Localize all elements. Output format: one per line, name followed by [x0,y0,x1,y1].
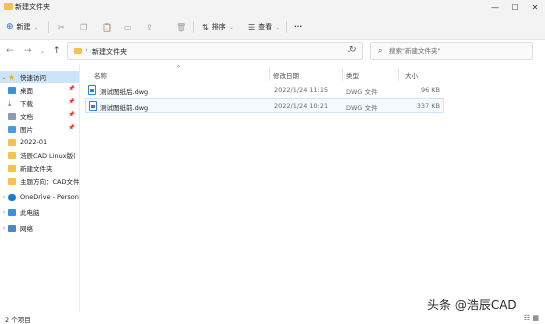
column-header-modified[interactable]: 修改日期 [273,70,299,80]
back-arrow-icon[interactable]: ← [6,46,14,56]
view-label: 查看 [258,23,273,31]
chevron-down-icon[interactable]: ⌄ [0,74,8,81]
close-button[interactable]: ✕ [525,0,545,14]
column-header-name[interactable]: 名称 [94,70,107,80]
pin-icon[interactable]: 📌 [68,112,75,118]
sidebar-item-cad-topic[interactable]: 主题方向：CAD文件 [0,175,79,187]
file-list: ^ 名称 修改日期 类型 大小 测试图纸后.dwg 2022/1/24 11:1… [80,64,545,312]
view-toggle-icons[interactable]: ☷ ▦ [524,314,539,322]
window-title: 新建文件夹 [15,3,50,11]
sort-button[interactable]: ⇅ 排序 ⌄ [202,21,234,33]
forward-arrow-icon[interactable]: → [24,46,32,56]
sidebar-item-desktop[interactable]: 桌面 📌 [0,84,79,96]
desktop-icon [8,86,16,94]
sidebar-item-new-folder[interactable]: 新建文件夹 [0,162,79,174]
paste-icon[interactable]: 📋 [102,21,112,33]
new-label: 新建 [16,23,31,31]
sort-label: 排序 [211,23,226,31]
new-button[interactable]: ⊕ 新建 ⌄ [6,21,39,33]
up-arrow-icon[interactable]: ↑ [53,46,61,56]
recent-chevron-icon[interactable]: ⌄ [40,48,45,55]
minimize-button[interactable]: — [485,0,505,14]
sidebar-item-network[interactable]: › 网络 [0,222,79,234]
file-row[interactable]: 测试图纸后.dwg 2022/1/24 11:15 DWG 文件 96 KB [85,83,444,98]
cloud-icon [8,193,16,201]
sidebar-item-pictures[interactable]: 图片 📌 [0,123,79,135]
watermark: 头条 @浩辰CAD [427,298,517,312]
navigation-pane: ⌄ ★ 快速访问 桌面 📌 ⤓ 下载 📌 文档 📌 图片 📌 2022-01 浩… [0,64,80,312]
maximize-button[interactable]: ☐ [505,0,525,14]
rename-icon[interactable]: ▭ [124,21,132,33]
sidebar-item-downloads[interactable]: ⤓ 下载 📌 [0,97,79,109]
file-size: 96 KB [420,86,440,94]
status-bar: 2 个项目 ☷ ▦ [0,312,545,324]
folder-icon [8,164,16,172]
copy-icon[interactable]: ❐ [80,21,87,33]
folder-icon [8,177,16,185]
file-size: 337 KB [416,102,440,110]
sidebar-item-documents[interactable]: 文档 📌 [0,110,79,122]
cut-icon[interactable]: ✂ [58,21,65,33]
breadcrumb[interactable]: 新建文件夹 [92,47,127,57]
view-icon: ☰ [248,22,256,32]
sidebar-item-this-pc[interactable]: › 此电脑 [0,206,79,218]
sort-icon: ⇅ [202,22,209,32]
address-bar[interactable]: › 新建文件夹 ⌄ [67,42,363,60]
file-name: 测试图纸前.dwg [100,104,149,112]
divider [193,21,194,33]
pin-icon[interactable]: 📌 [68,86,75,92]
folder-icon [8,151,16,159]
divider[interactable] [342,68,343,81]
pin-icon[interactable]: 📌 [68,99,75,105]
file-modified: 2022/1/24 11:15 [274,86,329,94]
sort-indicator-icon: ^ [176,65,182,72]
refresh-icon[interactable]: ↻ [349,45,357,55]
sidebar-item-2022-01[interactable]: 2022-01 [0,136,79,148]
sidebar-item-cad-linux[interactable]: 浩辰CAD Linux版( [0,149,79,161]
download-icon: ⤓ [8,98,12,108]
divider [286,21,287,33]
command-bar: ⊕ 新建 ⌄ ✂ ❐ 📋 ▭ ⇪ 🗑 ⇅ 排序 ⌄ ☰ 查看 ⌄ ··· [0,14,545,40]
dwg-file-icon [88,85,96,95]
pin-icon[interactable]: 📌 [68,125,75,131]
plus-icon: ⊕ [6,22,14,32]
more-options-button[interactable]: ··· [294,21,302,33]
chevron-right-icon: › [85,46,88,54]
divider[interactable] [269,68,270,81]
network-icon [8,224,16,232]
folder-icon [74,48,82,54]
title-bar: 新建文件夹 — ☐ ✕ [0,0,545,14]
file-name: 测试图纸后.dwg [100,88,149,96]
delete-icon[interactable]: 🗑 [176,21,186,33]
picture-icon [8,125,16,133]
chevron-right-icon[interactable]: › [0,225,8,232]
document-icon [8,112,16,120]
divider[interactable] [398,68,399,81]
chevron-down-icon: ⌄ [275,23,281,31]
share-icon[interactable]: ⇪ [146,21,153,33]
star-icon: ★ [8,72,16,82]
sidebar-item-onedrive[interactable]: › OneDrive - Persona [0,191,79,203]
folder-icon [8,138,16,146]
sidebar-item-quick-access[interactable]: ⌄ ★ 快速访问 [0,71,79,83]
chevron-down-icon: ⌄ [228,23,234,31]
folder-icon [4,3,13,10]
divider [48,21,49,33]
column-header-type[interactable]: 类型 [346,70,359,80]
view-button[interactable]: ☰ 查看 ⌄ [248,21,280,33]
chevron-right-icon[interactable]: › [0,209,8,216]
chevron-down-icon: ⌄ [33,23,39,31]
search-icon: ⌕ [378,46,383,55]
file-type: DWG 文件 [346,88,378,96]
search-input[interactable] [389,45,529,57]
computer-icon [8,208,16,216]
file-row[interactable]: 测试图纸前.dwg 2022/1/24 10:21 DWG 文件 337 KB [85,98,444,113]
file-type: DWG 文件 [346,104,378,112]
item-count: 2 个项目 [5,316,31,324]
file-modified: 2022/1/24 10:21 [274,102,329,110]
search-box[interactable]: ⌕ [370,42,533,60]
chevron-right-icon[interactable]: › [0,194,8,201]
column-header-size[interactable]: 大小 [405,70,418,80]
dwg-file-icon [89,101,97,111]
